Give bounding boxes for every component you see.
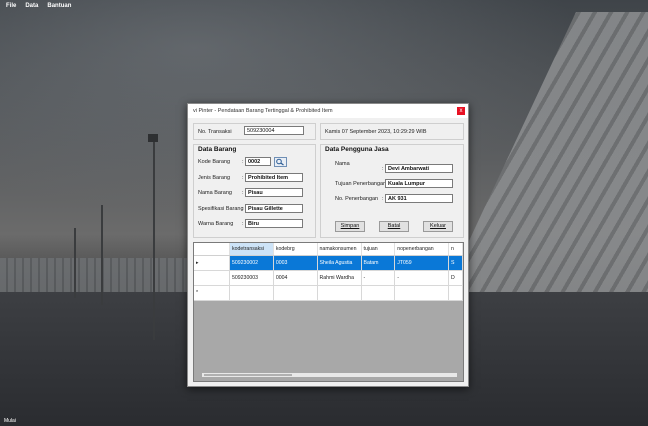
data-barang-heading: Data Barang <box>198 146 237 153</box>
search-barang-button[interactable] <box>274 157 287 167</box>
menu-bar: File Data Bantuan <box>0 0 648 12</box>
menu-data[interactable]: Data <box>25 3 38 9</box>
scrollbar-thumb[interactable] <box>204 374 292 376</box>
jenis-barang-field[interactable]: Prohibited Item <box>245 173 303 182</box>
tujuan-field[interactable]: Kuala Lumpur <box>385 179 453 188</box>
nama-label: Nama <box>335 161 350 167</box>
grid-cell[interactable]: 509230002 <box>229 255 274 271</box>
grid-cell[interactable] <box>361 285 396 301</box>
table-row[interactable]: 509230003 0004 Rahmi Wardha - - D <box>194 270 463 286</box>
row-marker: * <box>194 285 231 301</box>
grid-cell[interactable]: D <box>448 270 463 286</box>
status-bar: Mulai <box>0 418 648 426</box>
colon: : <box>242 159 244 165</box>
datetime-text: Kamis 07 September 2023, 10:29:29 WIB <box>325 129 427 135</box>
spesifikasi-barang-label: Spesifikasi Barang <box>198 206 244 212</box>
warna-barang-label: Warna Barang <box>198 221 234 227</box>
grid-cell[interactable]: JT059 <box>394 255 450 271</box>
grid-header-row: kodetransaksi kodebrg namakonsumen tujua… <box>194 243 463 256</box>
jenis-barang-label: Jenis Barang <box>198 175 231 181</box>
light-pole <box>101 205 103 305</box>
status-text: Mulai <box>4 418 16 424</box>
menu-bantuan[interactable]: Bantuan <box>47 3 71 9</box>
horizontal-scrollbar[interactable] <box>202 373 457 377</box>
grid-cell[interactable] <box>229 285 274 301</box>
nama-barang-label: Nama Barang <box>198 190 232 196</box>
grid-cell[interactable]: Rahmi Wardha <box>317 270 362 286</box>
column-header[interactable]: kodetransaksi <box>229 243 274 256</box>
no-penerbangan-field[interactable]: AK 931 <box>385 194 453 203</box>
colon: : <box>382 166 384 172</box>
keluar-button[interactable]: Keluar <box>423 221 453 232</box>
column-header[interactable]: nopenerbangan <box>394 243 450 256</box>
pendataan-window: vi Pinter - Pendataan Barang Tertinggal … <box>187 103 469 387</box>
simpan-button[interactable]: Simpan <box>335 221 365 232</box>
grid-cell[interactable]: - <box>361 270 396 286</box>
grid-cell[interactable] <box>394 285 450 301</box>
grid-cell[interactable]: Sheila Agustia <box>317 255 362 271</box>
column-header[interactable]: tujuan <box>361 243 396 256</box>
close-button[interactable]: x <box>457 107 465 115</box>
light-pole <box>74 228 76 298</box>
row-marker: ▸ <box>194 255 231 271</box>
tujuan-label: Tujuan Penerbangan : <box>335 181 390 187</box>
nama-field[interactable]: Devi Ambarwati <box>385 164 453 173</box>
transaksi-field[interactable]: 509230004 <box>244 126 304 135</box>
colon: : <box>382 196 384 202</box>
column-header[interactable]: kodebrg <box>273 243 318 256</box>
transaksi-grid[interactable]: kodetransaksi kodebrg namakonsumen tujua… <box>193 242 464 382</box>
warna-barang-field[interactable]: Biru <box>245 219 303 228</box>
light-pole-lamp <box>148 134 158 142</box>
kode-barang-label: Kode Barang <box>198 159 231 165</box>
grid-cell[interactable]: Batam <box>361 255 396 271</box>
grid-corner <box>194 243 231 256</box>
no-penerbangan-label: No. Penerbangan <box>335 196 379 202</box>
light-pole <box>153 140 155 340</box>
terminal-building-left <box>0 258 190 296</box>
menu-file[interactable]: File <box>6 3 16 9</box>
spesifikasi-barang-field[interactable]: Pisau Gillette <box>245 204 303 213</box>
column-header[interactable]: namakonsumen <box>317 243 362 256</box>
table-row[interactable]: ▸ 509230002 0003 Sheila Agustia Batam JT… <box>194 255 463 271</box>
grid-cell[interactable]: 0004 <box>273 270 318 286</box>
grid-cell[interactable]: S <box>448 255 463 271</box>
grid-cell[interactable] <box>317 285 362 301</box>
grid-cell[interactable] <box>448 285 463 301</box>
grid-table: kodetransaksi kodebrg namakonsumen tujua… <box>194 243 463 301</box>
data-pengguna-heading: Data Pengguna Jasa <box>325 146 389 153</box>
batal-button[interactable]: Batal <box>379 221 409 232</box>
grid-cell[interactable]: 509230003 <box>229 270 274 286</box>
colon: : <box>242 175 244 181</box>
table-row-new[interactable]: * <box>194 285 463 301</box>
row-marker <box>194 270 231 286</box>
search-icon <box>276 158 284 166</box>
kode-barang-field[interactable]: 0002 <box>245 157 271 166</box>
colon: : <box>242 206 244 212</box>
colon: : <box>242 190 244 196</box>
window-title: vi Pinter - Pendataan Barang Tertinggal … <box>193 108 333 114</box>
colon: : <box>242 221 244 227</box>
column-header[interactable]: n <box>448 243 463 256</box>
grid-cell[interactable]: - <box>394 270 450 286</box>
grid-cell[interactable] <box>273 285 318 301</box>
grid-cell[interactable]: 0003 <box>273 255 318 271</box>
transaksi-label: No. Transaksi <box>198 129 232 135</box>
nama-barang-field[interactable]: Pisau <box>245 188 303 197</box>
window-titlebar: vi Pinter - Pendataan Barang Tertinggal … <box>188 104 468 118</box>
